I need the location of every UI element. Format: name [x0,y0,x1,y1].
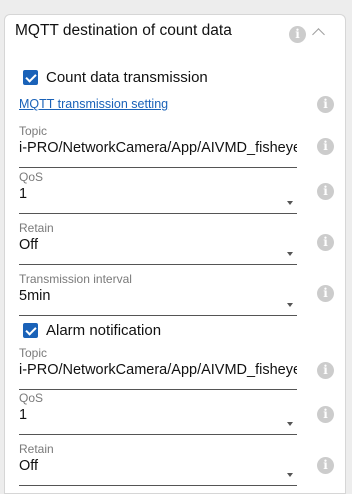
count-topic-input[interactable]: i-PRO/NetworkCamera/App/AIVMD_fisheye [19,139,297,158]
field-label: QoS [19,391,44,405]
checkbox-checked-icon[interactable] [23,323,38,338]
info-icon[interactable]: i [289,26,306,43]
field-label: Transmission interval [19,272,132,286]
info-icon[interactable]: i [317,183,334,200]
alarm-notification-checkbox[interactable]: Alarm notification [23,322,161,339]
alarm-retain-select[interactable]: Retain Off [19,442,297,486]
count-retain-value: Off [19,237,39,253]
count-data-transmission-checkbox[interactable]: Count data transmission [23,69,208,86]
info-icon[interactable]: i [317,234,334,251]
field-label: Retain [19,442,54,456]
info-icon[interactable]: i [317,457,334,474]
info-icon[interactable]: i [317,285,334,302]
info-icon[interactable]: i [317,362,334,379]
count-qos-value: 1 [19,186,28,202]
field-label: Retain [19,221,54,235]
field-label: Topic [19,124,48,138]
field-label: Topic [19,346,48,360]
alarm-qos-value: 1 [19,407,28,423]
count-retain-select[interactable]: Retain Off [19,221,297,265]
count-data-transmission-label: Count data transmission [46,69,208,86]
alarm-topic-field[interactable]: Topic i-PRO/NetworkCamera/App/AIVMD_fish… [19,346,297,390]
section-title: MQTT destination of count data [15,22,232,39]
dropdown-arrow-icon[interactable] [287,303,293,307]
info-icon[interactable]: i [317,138,334,155]
transmission-interval-select[interactable]: Transmission interval 5min [19,272,297,316]
dropdown-arrow-icon[interactable] [287,473,293,477]
info-icon[interactable]: i [317,96,334,113]
dropdown-arrow-icon[interactable] [287,252,293,256]
alarm-notification-label: Alarm notification [46,322,162,339]
dropdown-arrow-icon[interactable] [287,201,293,205]
alarm-topic-input[interactable]: i-PRO/NetworkCamera/App/AIVMD_fisheye [19,361,297,380]
dropdown-arrow-icon[interactable] [287,422,293,426]
mqtt-transmission-setting-link[interactable]: MQTT transmission setting [19,97,168,111]
info-icon[interactable]: i [317,406,334,423]
alarm-qos-select[interactable]: QoS 1 [19,391,297,435]
count-topic-field[interactable]: Topic i-PRO/NetworkCamera/App/AIVMD_fish… [19,124,297,168]
transmission-interval-value: 5min [19,288,51,304]
alarm-retain-value: Off [19,458,39,474]
field-label: QoS [19,170,44,184]
count-qos-select[interactable]: QoS 1 [19,170,297,214]
checkbox-checked-icon[interactable] [23,70,38,85]
